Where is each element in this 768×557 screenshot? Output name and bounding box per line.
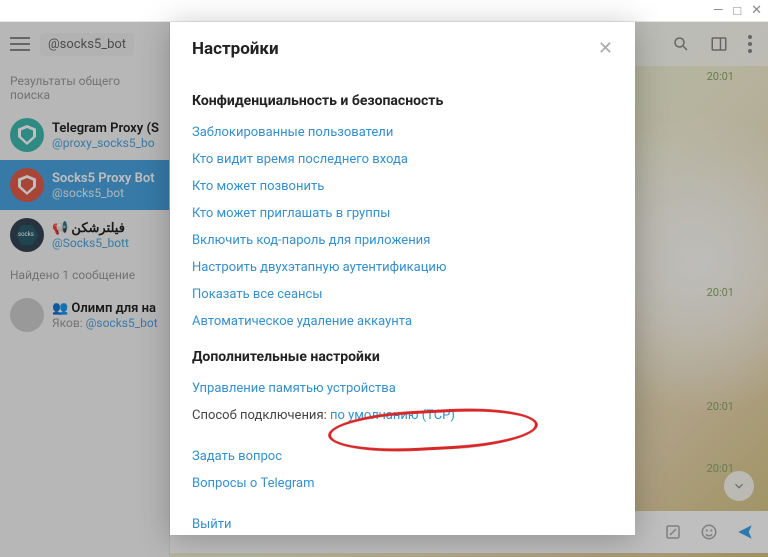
connection-type-value[interactable]: по умолчанию (TCP) bbox=[330, 408, 455, 423]
faq-link[interactable]: Вопросы о Telegram bbox=[192, 470, 613, 497]
connection-type-label: Способ подключения: bbox=[192, 408, 330, 423]
modal-title: Настройки bbox=[192, 39, 279, 59]
last-seen-link[interactable]: Кто видит время последнего входа bbox=[192, 146, 613, 173]
settings-modal: Настройки ✕ Конфиденциальность и безопас… bbox=[170, 22, 635, 535]
os-titlebar: — □ ✕ bbox=[0, 0, 768, 22]
window-maximize[interactable]: □ bbox=[733, 3, 741, 19]
window-minimize[interactable]: — bbox=[713, 3, 723, 18]
privacy-heading: Конфиденциальность и безопасность bbox=[192, 93, 613, 109]
connection-type-row: Способ подключения: по умолчанию (TCP) bbox=[192, 402, 613, 429]
who-can-call-link[interactable]: Кто может позвонить bbox=[192, 173, 613, 200]
who-can-invite-link[interactable]: Кто может приглашать в группы bbox=[192, 200, 613, 227]
blocked-users-link[interactable]: Заблокированные пользователи bbox=[192, 119, 613, 146]
logout-link[interactable]: Выйти bbox=[192, 511, 613, 535]
ask-question-link[interactable]: Задать вопрос bbox=[192, 443, 613, 470]
auto-delete-link[interactable]: Автоматическое удаление аккаунта bbox=[192, 308, 613, 335]
storage-link[interactable]: Управление памятью устройства bbox=[192, 375, 613, 402]
advanced-heading: Дополнительные настройки bbox=[192, 349, 613, 365]
close-icon[interactable]: ✕ bbox=[598, 38, 613, 59]
window-close[interactable]: ✕ bbox=[751, 3, 762, 18]
passcode-link[interactable]: Включить код-пароль для приложения bbox=[192, 227, 613, 254]
sessions-link[interactable]: Показать все сеансы bbox=[192, 281, 613, 308]
two-step-link[interactable]: Настроить двухэтапную аутентификацию bbox=[192, 254, 613, 281]
